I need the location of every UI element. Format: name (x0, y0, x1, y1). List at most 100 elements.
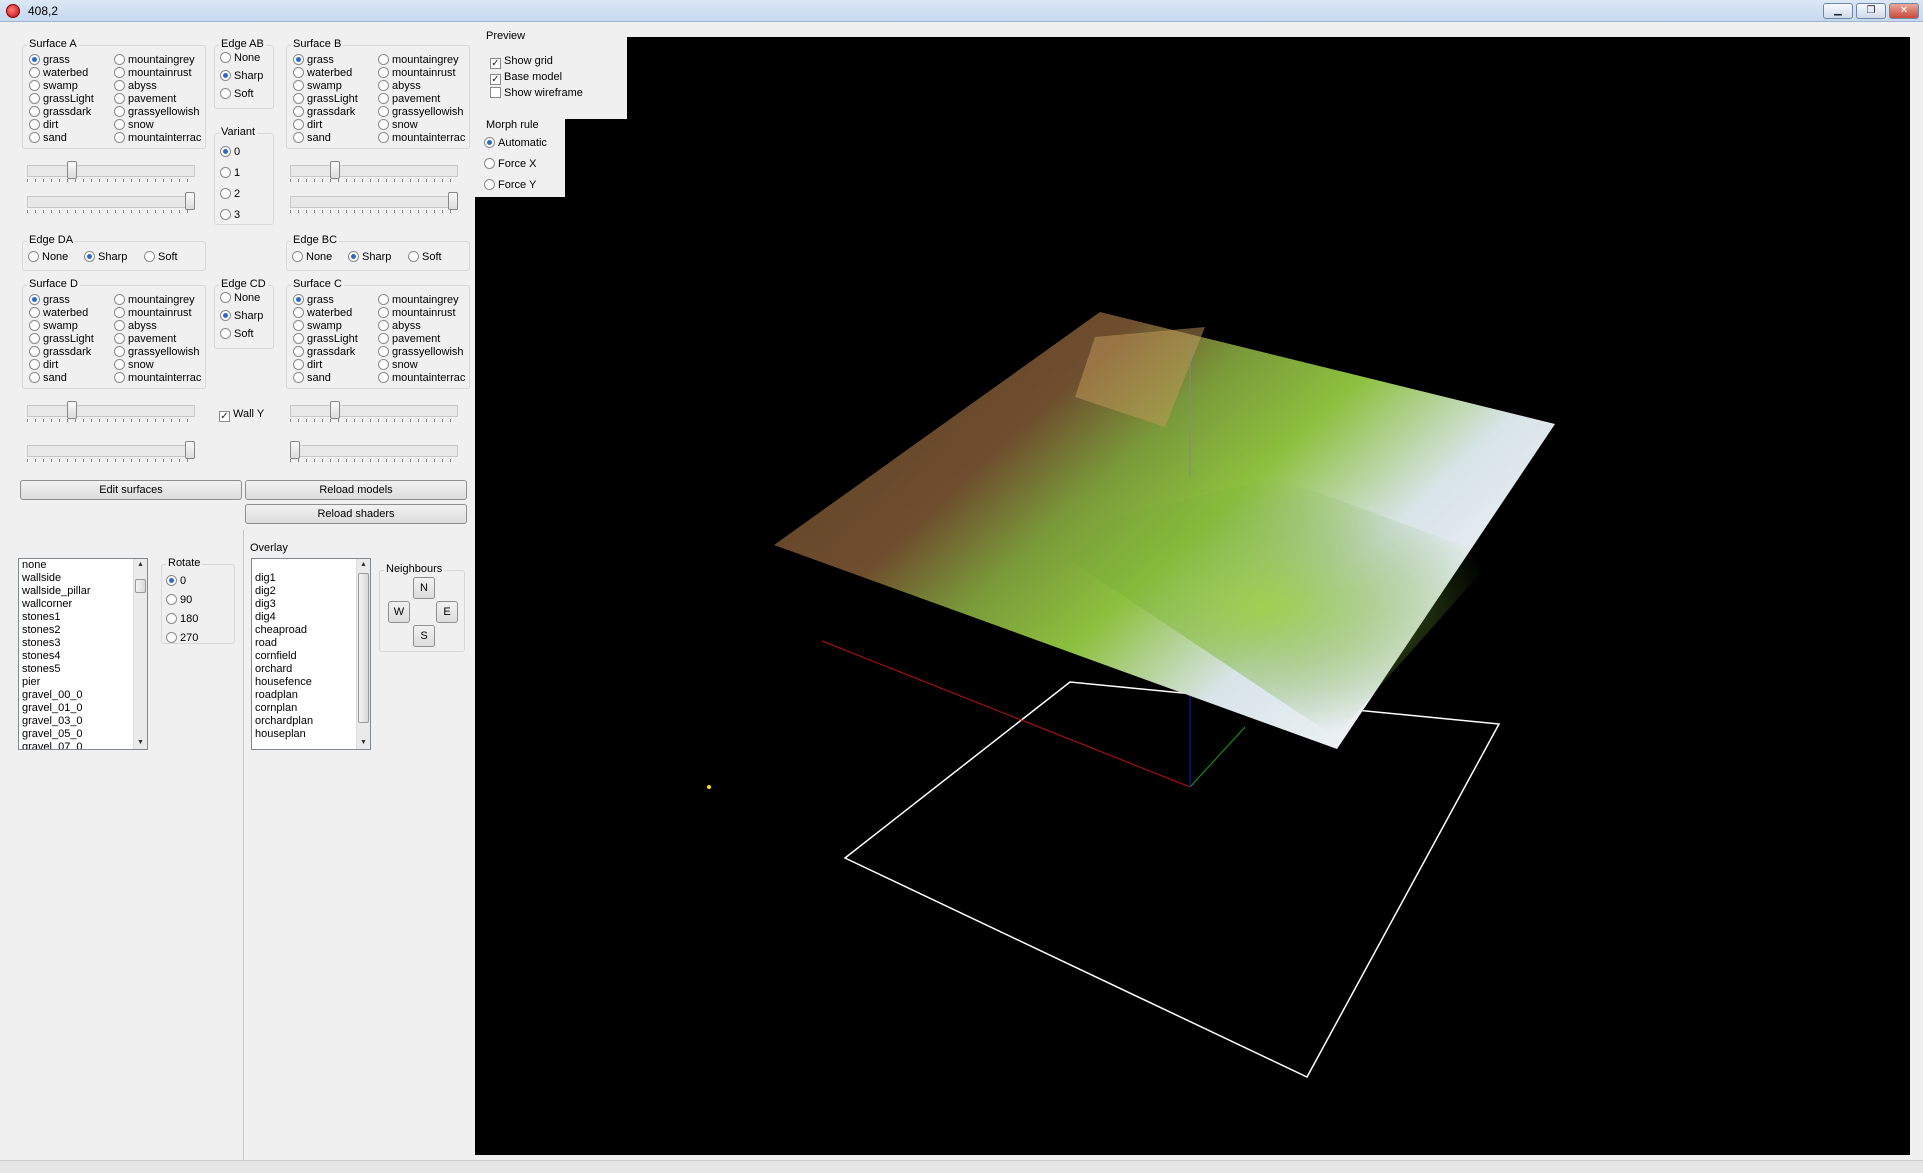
surface-option-mountainterrac[interactable]: mountainterrac (114, 372, 201, 385)
edge-option-soft[interactable]: Soft (220, 328, 254, 341)
list-item[interactable]: gravel_01_0 (19, 702, 147, 715)
edge-option-sharp[interactable]: Sharp (220, 310, 263, 323)
edge-option-sharp[interactable]: Sharp (348, 251, 391, 264)
close-button[interactable]: ✕ (1889, 3, 1919, 19)
surface-option-swamp[interactable]: swamp (293, 320, 342, 333)
edge-option-sharp[interactable]: Sharp (220, 70, 263, 83)
slider-thumb[interactable] (329, 401, 340, 419)
surface-option-snow[interactable]: snow (114, 119, 154, 132)
surface-option-grassyellowish[interactable]: grassyellowish (378, 106, 464, 119)
list-item[interactable]: dig1 (252, 572, 370, 585)
list-item[interactable]: cornplan (252, 702, 370, 715)
list-item[interactable]: none (19, 559, 147, 572)
edit-surfaces-button[interactable]: Edit surfaces (20, 480, 242, 500)
list-item[interactable]: gravel_00_0 (19, 689, 147, 702)
surface-b-slider-bottom[interactable] (290, 192, 458, 213)
scroll-thumb[interactable] (135, 579, 146, 593)
list-item[interactable]: dig3 (252, 598, 370, 611)
edge-option-none[interactable]: None (220, 52, 260, 65)
list-item[interactable]: orchard (252, 663, 370, 676)
surface-option-mountaingrey[interactable]: mountaingrey (114, 294, 195, 307)
surface-option-grassyellowish[interactable]: grassyellowish (378, 346, 464, 359)
variant-option-1[interactable]: 1 (220, 167, 240, 180)
surface-option-pavement[interactable]: pavement (378, 333, 440, 346)
surface-option-mountaingrey[interactable]: mountaingrey (114, 54, 195, 67)
model-list-scrollbar[interactable]: ▲ ▼ (133, 559, 147, 749)
overlay-scrollbar[interactable]: ▲ ▼ (356, 559, 370, 749)
surface-option-swamp[interactable]: swamp (29, 80, 78, 93)
surface-option-grass[interactable]: grass (29, 54, 70, 67)
edge-option-none[interactable]: None (220, 292, 260, 305)
neighbour-east-button[interactable]: E (436, 601, 458, 623)
surface-option-grassdark[interactable]: grassdark (29, 346, 91, 359)
list-item[interactable] (252, 559, 370, 572)
surface-c-slider-bottom[interactable] (290, 441, 458, 462)
surface-option-sand[interactable]: sand (29, 372, 67, 385)
surface-d-slider-top[interactable] (27, 401, 195, 422)
surface-option-grassdark[interactable]: grassdark (293, 106, 355, 119)
surface-option-grassdark[interactable]: grassdark (293, 346, 355, 359)
surface-a-slider-bottom[interactable] (27, 192, 195, 213)
surface-option-grasslight[interactable]: grassLight (29, 93, 94, 106)
reload-models-button[interactable]: Reload models (245, 480, 467, 500)
list-item[interactable]: stones3 (19, 637, 147, 650)
surface-option-pavement[interactable]: pavement (114, 93, 176, 106)
list-item[interactable]: dig4 (252, 611, 370, 624)
surface-option-dirt[interactable]: dirt (293, 359, 322, 372)
show-wireframe-checkbox[interactable]: Show wireframe (490, 87, 583, 100)
slider-thumb[interactable] (448, 192, 458, 210)
rotate-option-180[interactable]: 180 (166, 613, 198, 626)
3d-viewport[interactable] (475, 37, 1910, 1155)
slider-thumb[interactable] (66, 401, 77, 419)
show-grid-checkbox[interactable]: ✓ Show grid (490, 55, 553, 69)
variant-option-3[interactable]: 3 (220, 209, 240, 222)
edge-option-sharp[interactable]: Sharp (84, 251, 127, 264)
surface-d-slider-bottom[interactable] (27, 441, 195, 462)
morph-option-force-y[interactable]: Force Y (484, 179, 536, 192)
slider-thumb[interactable] (290, 441, 300, 459)
surface-option-mountainrust[interactable]: mountainrust (114, 67, 192, 80)
overlay-listbox[interactable]: dig1 dig2 dig3 dig4 cheaproad road cornfield or… (251, 558, 371, 750)
list-item[interactable]: gravel_07_0 (19, 741, 147, 749)
scroll-up-icon[interactable]: ▲ (357, 559, 370, 571)
surface-option-sand[interactable]: sand (293, 132, 331, 145)
surface-option-mountaingrey[interactable]: mountaingrey (378, 54, 459, 67)
surface-option-waterbed[interactable]: waterbed (293, 67, 352, 80)
neighbour-south-button[interactable]: S (413, 625, 435, 647)
morph-option-automatic[interactable]: Automatic (484, 137, 547, 150)
surface-option-mountainterrac[interactable]: mountainterrac (114, 132, 201, 145)
list-item[interactable]: housefence (252, 676, 370, 689)
list-item[interactable]: stones5 (19, 663, 147, 676)
slider-thumb[interactable] (329, 161, 340, 179)
surface-option-waterbed[interactable]: waterbed (293, 307, 352, 320)
scroll-down-icon[interactable]: ▼ (134, 737, 147, 749)
surface-option-abyss[interactable]: abyss (378, 320, 421, 333)
surface-option-pavement[interactable]: pavement (114, 333, 176, 346)
surface-option-mountaingrey[interactable]: mountaingrey (378, 294, 459, 307)
surface-c-slider-top[interactable] (290, 401, 458, 422)
surface-option-grass[interactable]: grass (293, 294, 334, 307)
surface-option-mountainrust[interactable]: mountainrust (378, 67, 456, 80)
surface-option-dirt[interactable]: dirt (293, 119, 322, 132)
list-item[interactable]: pier (19, 676, 147, 689)
surface-option-swamp[interactable]: swamp (29, 320, 78, 333)
edge-option-soft[interactable]: Soft (144, 251, 178, 264)
surface-option-grasslight[interactable]: grassLight (293, 93, 358, 106)
scroll-thumb[interactable] (358, 573, 369, 723)
neighbour-west-button[interactable]: W (388, 601, 410, 623)
surface-option-dirt[interactable]: dirt (29, 359, 58, 372)
slider-thumb[interactable] (185, 192, 195, 210)
surface-option-snow[interactable]: snow (378, 359, 418, 372)
list-item[interactable]: stones2 (19, 624, 147, 637)
surface-option-snow[interactable]: snow (378, 119, 418, 132)
surface-option-swamp[interactable]: swamp (293, 80, 342, 93)
edge-option-none[interactable]: None (28, 251, 68, 264)
surface-a-slider-top[interactable] (27, 161, 195, 182)
surface-option-mountainterrac[interactable]: mountainterrac (378, 372, 465, 385)
edge-option-soft[interactable]: Soft (408, 251, 442, 264)
list-item[interactable]: roadplan (252, 689, 370, 702)
slider-thumb[interactable] (185, 441, 195, 459)
variant-option-0[interactable]: 0 (220, 146, 240, 159)
list-item[interactable]: gravel_03_0 (19, 715, 147, 728)
variant-option-2[interactable]: 2 (220, 188, 240, 201)
